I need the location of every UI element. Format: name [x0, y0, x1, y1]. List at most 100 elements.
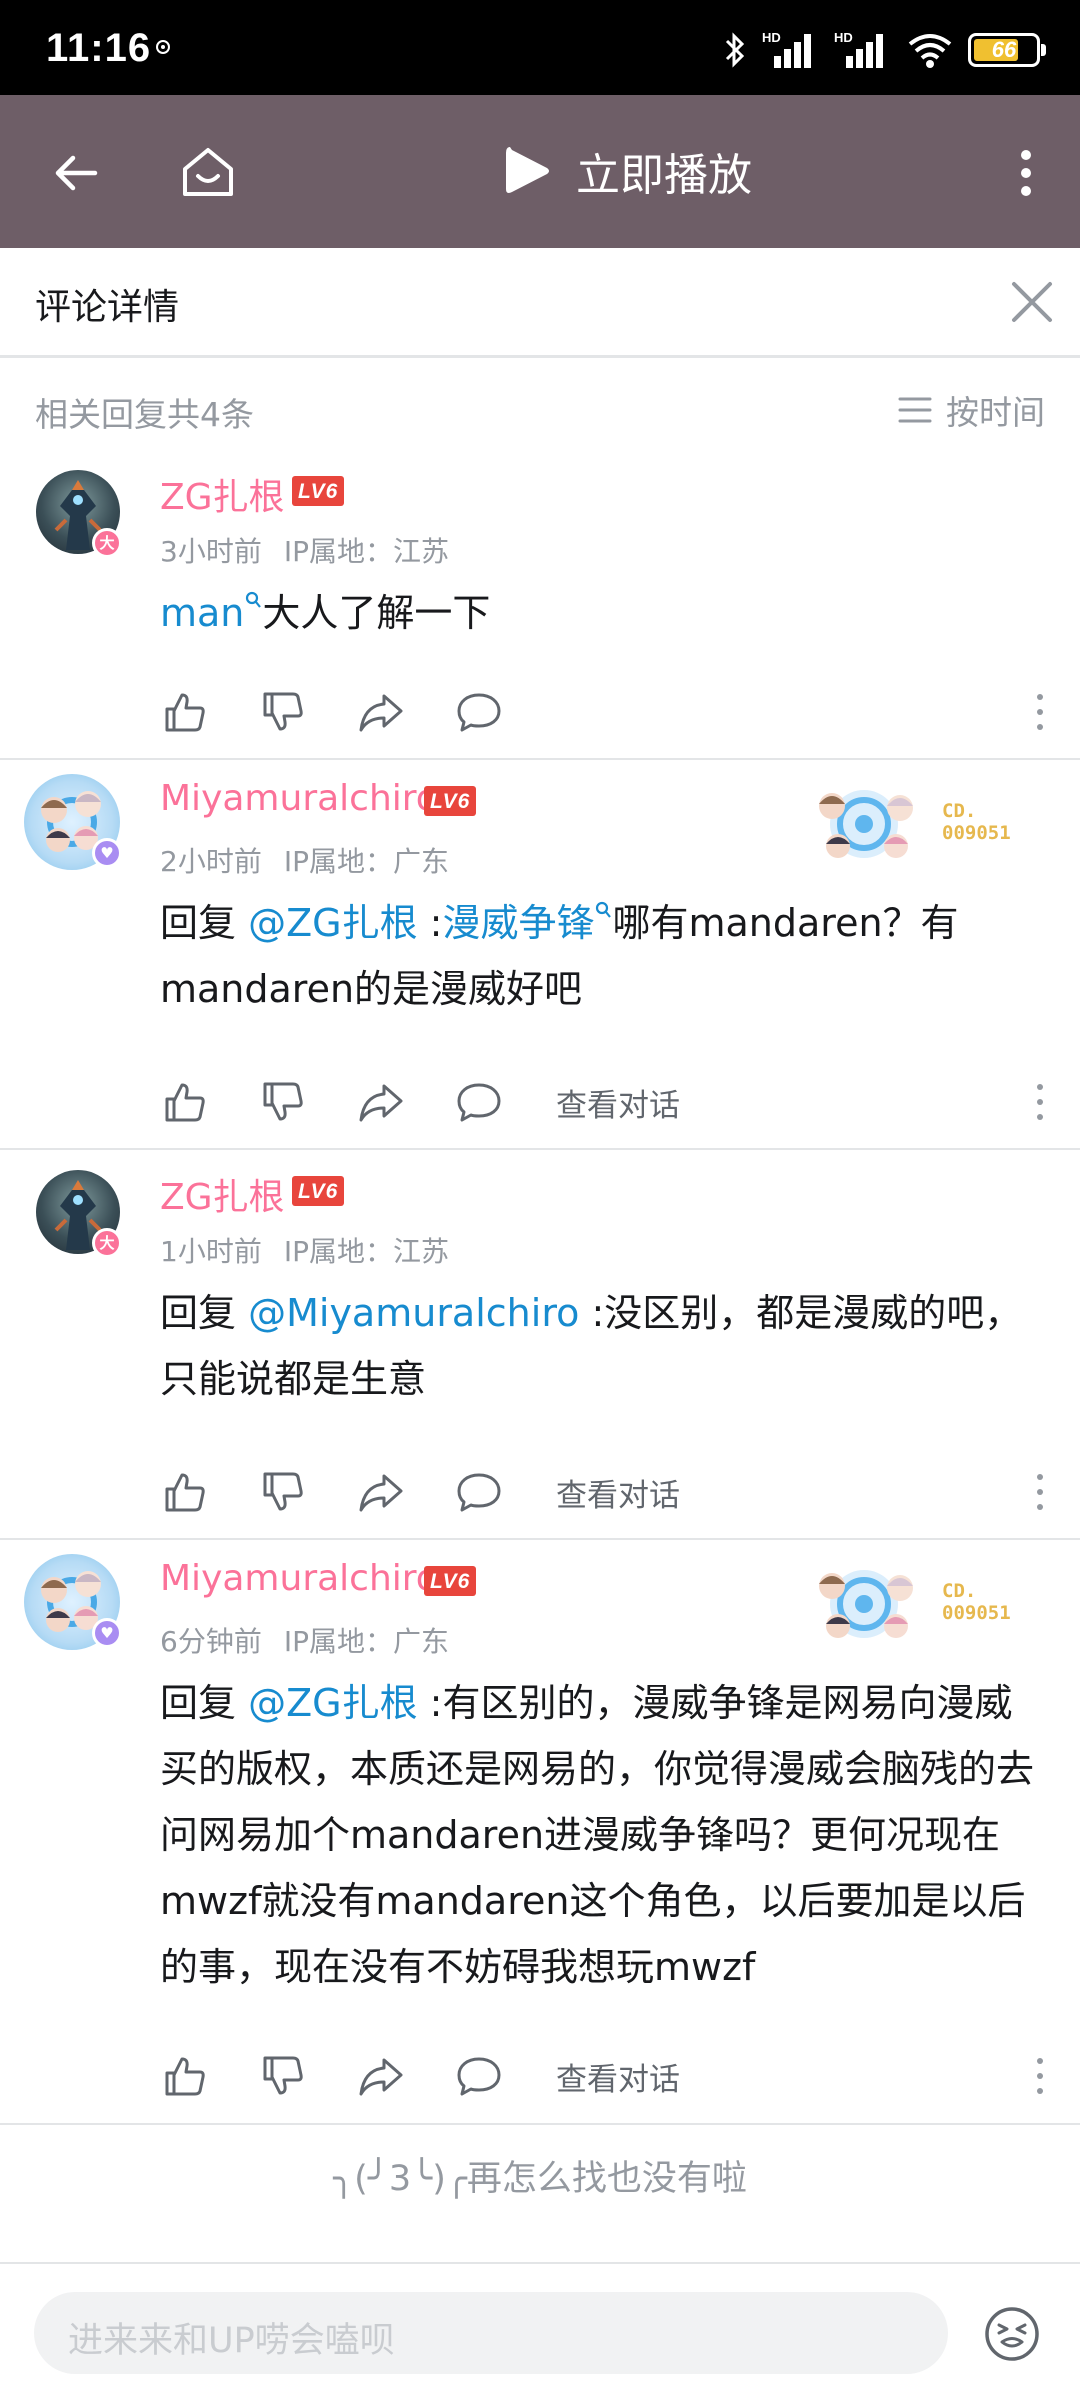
comment-text: 有区别的，漫威争锋是网易向漫威买的版权，本质还是网易的，你觉得漫威会脑残的去问网…: [160, 1681, 1035, 1989]
more-vertical-icon: [1021, 150, 1031, 196]
thumbs-down-icon: [263, 1082, 303, 1121]
comment-ip: IP属地：江苏: [283, 1235, 449, 1268]
share-button[interactable]: [352, 684, 410, 740]
username[interactable]: Miyamuralchiro: [160, 1558, 438, 1599]
level-badge: LV6: [292, 476, 345, 506]
mention-link[interactable]: @ZG扎根: [248, 901, 417, 945]
share-icon: [359, 1474, 403, 1512]
top-nav: 立即播放: [0, 95, 1080, 248]
home-button[interactable]: [170, 135, 246, 211]
signal-icon-1: HD: [762, 30, 820, 70]
fan-badge-decoration: CD. 009051: [808, 1552, 1038, 1656]
comment-content: 回复 @Miyamuralchiro :没区别，都是漫威的吧，只能说都是生意: [160, 1280, 1050, 1412]
comment-ip: IP属地：广东: [283, 1625, 449, 1658]
share-button[interactable]: [352, 1074, 410, 1130]
comment-time: 3小时前: [160, 535, 262, 568]
fan-badge-prefix: CD.: [942, 1580, 977, 1602]
comment-bubble-icon: [457, 2057, 501, 2096]
keyword-link[interactable]: 漫威争锋: [442, 901, 594, 945]
like-button[interactable]: [156, 1464, 214, 1520]
username[interactable]: ZG扎根: [160, 1168, 285, 1220]
comment-ip: IP属地：广东: [283, 845, 449, 878]
share-icon: [359, 694, 403, 732]
comment-content: 回复 @ZG扎根 :漫威争锋 哪有mandaren？有mandaren的是漫威好吧: [160, 890, 1050, 1022]
reply-prefix: 回复: [160, 1681, 249, 1725]
comment-meta: 2小时前 IP属地：广东: [160, 840, 449, 880]
share-button[interactable]: [352, 2048, 410, 2104]
fan-badge-number: 009051: [942, 822, 1011, 844]
fan-badge-number: 009051: [942, 1602, 1011, 1624]
comment-meta: 3小时前 IP属地：江苏: [160, 530, 449, 570]
comment-time: 1小时前: [160, 1235, 262, 1268]
comment-more-button[interactable]: [1030, 684, 1050, 740]
avatar-badge: 大: [92, 1228, 122, 1258]
like-button[interactable]: [156, 2048, 214, 2104]
reply-button[interactable]: [450, 1464, 508, 1520]
notification-icon: [156, 40, 170, 54]
comment-time: 2小时前: [160, 845, 262, 878]
emoji-icon[interactable]: [982, 2304, 1042, 2364]
reply-prefix: 回复: [160, 901, 249, 945]
reply-count: 相关回复共4条: [35, 395, 254, 434]
view-conversation-link[interactable]: 查看对话: [556, 1080, 680, 1125]
comment-content: man 大人了解一下: [160, 580, 1050, 646]
back-button[interactable]: [38, 135, 114, 211]
view-conversation-link[interactable]: 查看对话: [556, 2054, 680, 2099]
comment-meta: 1小时前 IP属地：江苏: [160, 1230, 449, 1270]
dislike-button[interactable]: [254, 684, 312, 740]
comment-text: 大人了解一下: [262, 591, 491, 635]
comment-item: ♥ Miyamuralchiro LV6 CD. 009051 6分钟前 IP属地：…: [0, 1540, 1080, 2125]
thumbs-down-icon: [263, 2056, 303, 2095]
level-badge: LV6: [292, 1176, 345, 1206]
play-icon: [506, 147, 549, 193]
home-icon: [183, 148, 233, 196]
reply-button[interactable]: [450, 2048, 508, 2104]
share-button[interactable]: [352, 1464, 410, 1520]
like-button[interactable]: [156, 1074, 214, 1130]
comment-more-button[interactable]: [1030, 2048, 1050, 2104]
close-icon[interactable]: [1004, 274, 1060, 330]
username[interactable]: ZG扎根: [160, 468, 285, 520]
reply-colon: :: [417, 901, 443, 945]
thumbs-up-icon: [165, 693, 205, 732]
reply-input[interactable]: 进来来和UP唠会嗑呗: [34, 2292, 948, 2374]
comment-more-button[interactable]: [1030, 1464, 1050, 1520]
dislike-button[interactable]: [254, 1464, 312, 1520]
level-badge: LV6: [424, 786, 477, 816]
play-now-label: 立即播放: [576, 150, 752, 201]
comment-item: ♥ Miyamuralchiro LV6 CD. 009051 2小时前 IP属地：…: [0, 760, 1080, 1150]
mention-link[interactable]: @ZG扎根: [248, 1681, 417, 1725]
thumbs-up-icon: [165, 1083, 205, 1122]
thumbs-down-icon: [263, 692, 303, 731]
reply-input-placeholder: 进来来和UP唠会嗑呗: [68, 2321, 395, 2361]
more-menu-button[interactable]: [988, 135, 1064, 211]
mention-link[interactable]: @Miyamuralchiro: [248, 1291, 579, 1335]
username[interactable]: Miyamuralchiro: [160, 778, 438, 819]
reply-button[interactable]: [450, 1074, 508, 1130]
view-conversation-link[interactable]: 查看对话: [556, 1470, 680, 1515]
reply-button[interactable]: [450, 684, 508, 740]
comment-bubble-icon: [457, 1083, 501, 1122]
like-button[interactable]: [156, 684, 214, 740]
status-bar: 11:16 HD HD 66: [0, 0, 1080, 95]
fan-badge-decoration: CD. 009051: [808, 772, 1038, 876]
keyword-link[interactable]: man: [160, 591, 244, 635]
play-now-button[interactable]: 立即播放: [502, 138, 752, 204]
comment-actions: [160, 684, 548, 740]
thumbs-down-icon: [263, 1472, 303, 1511]
comment-detail-header: 评论详情: [0, 248, 1080, 358]
comment-more-button[interactable]: [1030, 1074, 1050, 1130]
comment-item: 大 ZG扎根 LV6 3小时前 IP属地：江苏 man 大人了解一下: [0, 450, 1080, 760]
dislike-button[interactable]: [254, 2048, 312, 2104]
comment-content: 回复 @ZG扎根 :有区别的，漫威争锋是网易向漫威买的版权，本质还是网易的，你觉…: [160, 1670, 1050, 2000]
reply-prefix: 回复: [160, 1291, 249, 1335]
page-title: 评论详情: [35, 287, 180, 328]
search-icon: [246, 591, 262, 608]
avatar-badge: ♥: [92, 838, 122, 868]
dislike-button[interactable]: [254, 1074, 312, 1130]
wifi-icon: [908, 34, 952, 68]
comment-actions: 查看对话: [160, 2048, 680, 2104]
system-icons: HD HD 66: [722, 28, 1046, 72]
comment-time: 6分钟前: [160, 1625, 262, 1658]
sort-by-time-button[interactable]: 按时间: [898, 386, 1045, 434]
